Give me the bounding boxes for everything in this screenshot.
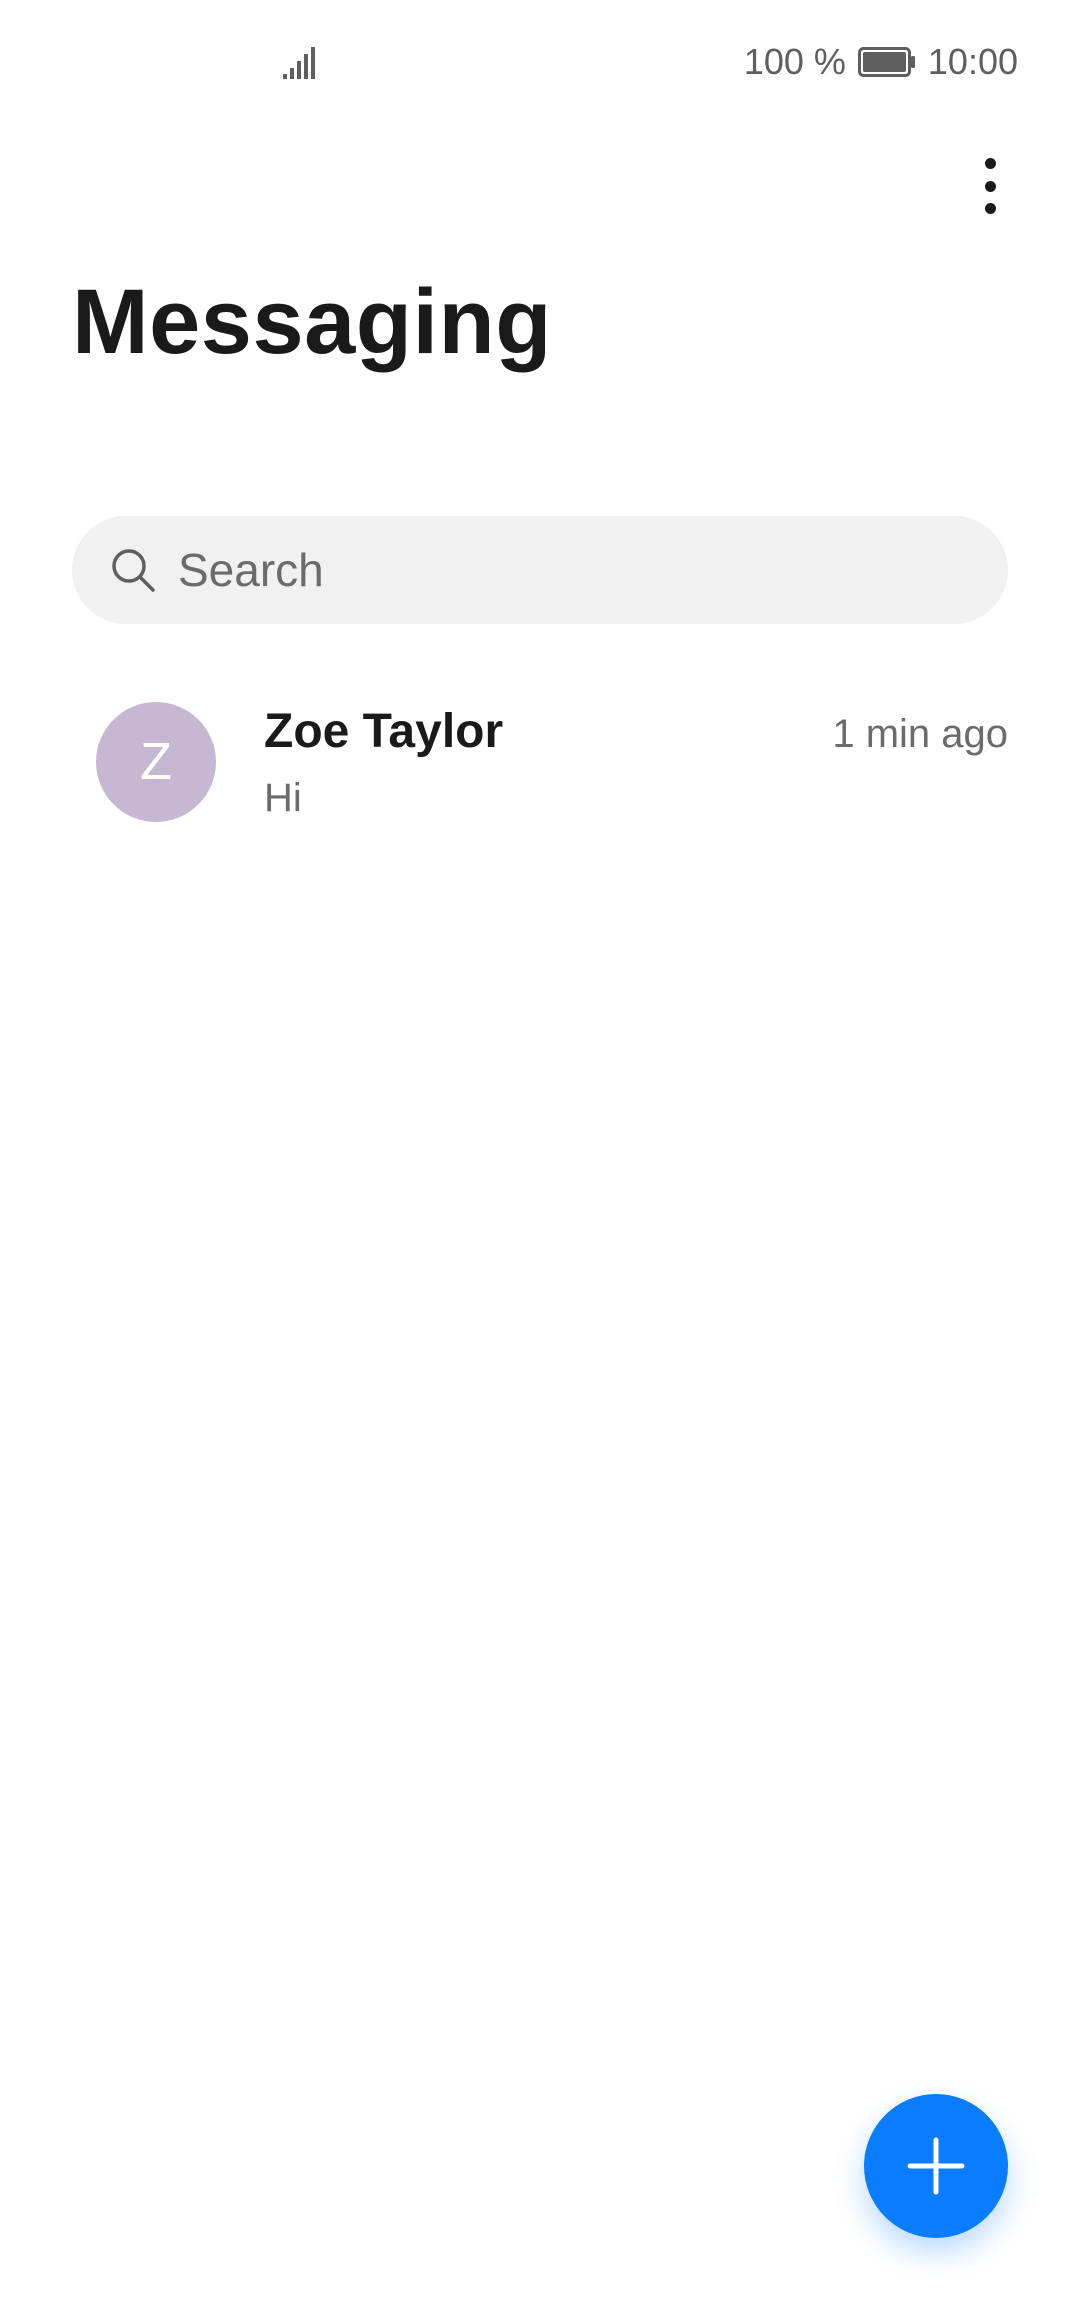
more-vertical-icon[interactable] [968, 150, 1012, 222]
plus-icon [907, 2137, 965, 2195]
contact-name: Zoe Taylor [264, 705, 504, 758]
search-icon [112, 549, 155, 592]
message-preview: Hi [264, 776, 302, 820]
message-timestamp: 1 min ago [832, 712, 1008, 756]
messaging-screen: 100 % 10:00 Messaging Z Zoe Taylor Hi 1 … [0, 0, 1080, 2310]
more-dot [984, 158, 996, 169]
signal-bars-icon [283, 47, 315, 79]
battery-percent: 100 % [743, 41, 846, 82]
battery-full-icon [857, 47, 915, 77]
avatar: Z [96, 702, 216, 822]
search-bar[interactable] [72, 516, 1008, 624]
more-dot [984, 203, 996, 214]
more-dot [984, 180, 996, 192]
new-message-button[interactable] [864, 2094, 1008, 2238]
status-bar: 100 % 10:00 [0, 0, 1080, 124]
status-time: 10:00 [927, 41, 1018, 82]
page-title: Messaging [72, 271, 552, 373]
conversation-item[interactable]: Z Zoe Taylor Hi 1 min ago [72, 684, 1008, 836]
search-input[interactable] [178, 543, 958, 597]
status-right: 100 % 10:00 [744, 36, 1018, 88]
